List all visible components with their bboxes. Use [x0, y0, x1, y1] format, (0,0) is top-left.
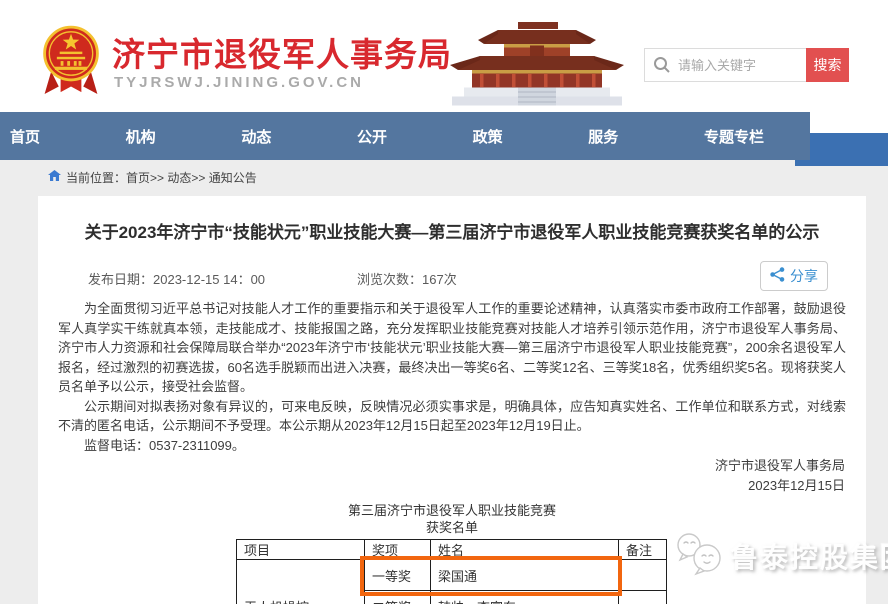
col-header-names: 姓名: [431, 540, 619, 560]
search-icon: [653, 56, 671, 79]
table-header-row: 项目 奖项 姓名 备注: [237, 540, 667, 560]
note-cell: [619, 591, 667, 604]
site-title: 济宁市退役军人事务局: [112, 28, 452, 76]
paragraph-1: 为全面贯彻习近平总书记对技能人才工作的重要指示和关于退役军人工作的重要论述精神，…: [58, 299, 846, 397]
col-header-award: 奖项: [365, 540, 431, 560]
paragraph-2: 公示期间对拟表扬对象有异议的，可来电反映，反映情况必须实事求是，明确具体，应告知…: [58, 397, 846, 436]
share-icon: [770, 267, 785, 285]
nav-item-disclosure[interactable]: 公开: [357, 126, 387, 147]
article-title: 关于2023年济宁市“技能状元”职业技能大赛—第三届济宁市退役军人职业技能竞赛获…: [72, 221, 832, 244]
note-cell: [619, 560, 667, 591]
signature-org: 济宁市退役军人事务局: [59, 456, 845, 476]
article-meta: 发布日期：2023-12-15 14：00 浏览次数：167次 分享: [58, 264, 846, 288]
nav-item-service[interactable]: 服务: [588, 126, 618, 147]
names-cell: 梁国通: [431, 560, 619, 591]
site-url: TYJRSWJ.JINING.GOV.CN: [114, 74, 364, 91]
table-row: 无人机操控 一等奖 梁国通: [237, 560, 667, 591]
watermark: 鲁泰控股集团: [674, 530, 888, 581]
awards-table: 项目 奖项 姓名 备注 无人机操控 一等奖 梁国通 二等奖: [236, 539, 667, 604]
nav-item-org[interactable]: 机构: [126, 126, 156, 147]
project-cell: 无人机操控: [237, 560, 365, 604]
national-emblem-logo: [38, 22, 104, 107]
watermark-text: 鲁泰控股集团: [730, 536, 888, 576]
search-button[interactable]: 搜索: [806, 48, 849, 82]
paragraph-3: 监督电话：0537-2311099。: [58, 436, 846, 456]
col-header-note: 备注: [619, 540, 667, 560]
home-icon: [48, 170, 61, 185]
share-button[interactable]: 分享: [760, 261, 828, 291]
signature-block: 济宁市退役军人事务局 2023年12月15日: [59, 456, 845, 496]
main-nav: 首页 机构 动态 公开 政策 服务 专题专栏: [0, 112, 810, 160]
view-count: 浏览次数：167次: [357, 269, 457, 288]
search-bar: 搜索: [644, 48, 849, 82]
breadcrumb-text[interactable]: 当前位置：首页>> 动态>> 通知公告: [66, 169, 257, 186]
award-cell: 一等奖: [365, 560, 431, 591]
page: 济宁市退役军人事务局 TYJRSWJ.JINING.GOV.CN: [0, 0, 888, 604]
palace-building-image: [426, 14, 648, 117]
names-cell: 韩帅 李富东: [431, 591, 619, 604]
chat-bubbles-icon: [674, 530, 724, 581]
nav-item-policy[interactable]: 政策: [473, 126, 503, 147]
nav-item-news[interactable]: 动态: [241, 126, 271, 147]
signature-date: 2023年12月15日: [59, 476, 845, 496]
award-cell: 二等奖: [365, 591, 431, 604]
breadcrumb: 当前位置：首页>> 动态>> 通知公告: [48, 169, 257, 186]
share-label: 分享: [790, 266, 818, 286]
nav-item-home[interactable]: 首页: [10, 126, 40, 147]
publish-date: 发布日期：2023-12-15 14：00: [88, 269, 265, 288]
table-caption-line1: 第三届济宁市退役军人职业技能竞赛: [38, 502, 866, 519]
nav-item-special[interactable]: 专题专栏: [704, 126, 764, 147]
col-header-project: 项目: [237, 540, 365, 560]
article-body: 为全面贯彻习近平总书记对技能人才工作的重要指示和关于退役军人工作的重要论述精神，…: [58, 299, 846, 455]
awards-table-wrap: 项目 奖项 姓名 备注 无人机操控 一等奖 梁国通 二等奖: [236, 539, 668, 604]
